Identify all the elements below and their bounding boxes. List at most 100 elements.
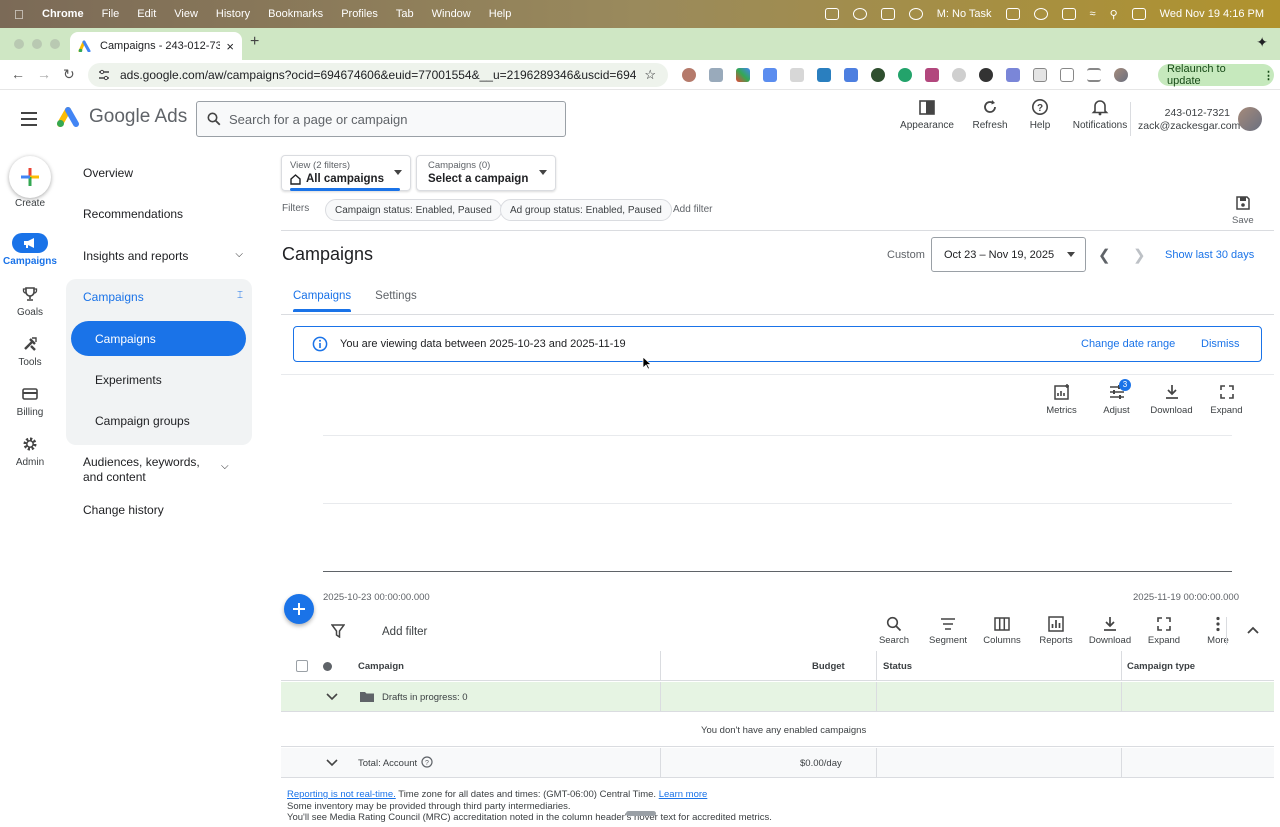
- change-date-range-link[interactable]: Change date range: [1081, 338, 1175, 350]
- menu-tab[interactable]: Tab: [396, 8, 414, 20]
- control-center-icon[interactable]: [1131, 8, 1146, 20]
- menu-window[interactable]: Window: [432, 8, 471, 20]
- previous-period-icon[interactable]: ❮: [1098, 246, 1111, 264]
- nav-campaigns-group-header[interactable]: Campaigns ⌶: [83, 290, 243, 304]
- nav-audiences[interactable]: Audiences, keywords, and content: [83, 455, 223, 485]
- table-download-button[interactable]: Download: [1083, 616, 1137, 646]
- extension-icon[interactable]: [709, 68, 723, 82]
- back-icon[interactable]: ←: [11, 66, 25, 82]
- menu-edit[interactable]: Edit: [137, 8, 156, 20]
- campaign-selector-dropdown[interactable]: Campaigns (0) Select a campaign: [416, 155, 556, 191]
- relaunch-button[interactable]: Relaunch to update ⋮: [1158, 63, 1274, 87]
- more-button[interactable]: More: [1191, 616, 1245, 646]
- reading-list-icon[interactable]: [1087, 68, 1101, 82]
- appearance-button[interactable]: Appearance: [900, 98, 954, 131]
- rail-goals[interactable]: Goals: [0, 284, 60, 318]
- filter-chip-campaign-status[interactable]: Campaign status: Enabled, Paused: [325, 199, 502, 221]
- menu-profiles[interactable]: Profiles: [341, 8, 378, 20]
- table-expand-button[interactable]: Expand: [1137, 616, 1191, 646]
- chevron-up-icon[interactable]: [1246, 623, 1260, 637]
- extension-icon[interactable]: [979, 68, 993, 82]
- tab-campaigns[interactable]: Campaigns: [293, 290, 352, 312]
- chevron-down-icon[interactable]: [326, 692, 338, 702]
- status-play-icon[interactable]: [1033, 8, 1048, 20]
- filter-chip-ad-group-status[interactable]: Ad group status: Enabled, Paused: [500, 199, 672, 221]
- menu-view[interactable]: View: [174, 8, 198, 20]
- puzzle-icon[interactable]: [1033, 68, 1047, 82]
- rail-billing[interactable]: Billing: [0, 384, 60, 418]
- extension-icon[interactable]: [763, 68, 777, 82]
- extension-icon[interactable]: [844, 68, 858, 82]
- nav-recommendations[interactable]: Recommendations: [83, 207, 243, 221]
- reporting-link[interactable]: Reporting is not real-time.: [287, 789, 396, 800]
- notifications-button[interactable]: Notifications: [1072, 98, 1128, 131]
- extension-icon[interactable]: [952, 68, 966, 82]
- nav-campaigns[interactable]: Campaigns: [95, 332, 255, 346]
- view-dropdown[interactable]: View (2 filters) All campaigns: [281, 155, 411, 191]
- extension-icon[interactable]: [682, 68, 696, 82]
- battery-icon[interactable]: [1061, 8, 1076, 20]
- forward-icon[interactable]: →: [37, 66, 51, 82]
- columns-button[interactable]: Columns: [975, 616, 1029, 646]
- rail-campaigns[interactable]: Campaigns: [0, 233, 60, 267]
- extension-icon[interactable]: [898, 68, 912, 82]
- bookmark-star-icon[interactable]: ☆: [644, 67, 656, 83]
- table-add-filter[interactable]: Add filter: [382, 626, 427, 638]
- date-range-dropdown[interactable]: Oct 23 – Nov 19, 2025: [931, 237, 1086, 272]
- avatar[interactable]: [1238, 107, 1262, 131]
- menu-bookmarks[interactable]: Bookmarks: [268, 8, 323, 20]
- chrome-menu-icon[interactable]: ⋮: [1263, 69, 1274, 82]
- scroll-handle[interactable]: [626, 811, 656, 816]
- learn-more-link[interactable]: Learn more: [659, 789, 708, 800]
- search-input[interactable]: [229, 111, 549, 127]
- reload-icon[interactable]: ↻: [63, 66, 75, 83]
- help-icon[interactable]: ?: [421, 756, 433, 768]
- col-campaign[interactable]: Campaign: [358, 661, 404, 672]
- show-last-30-days-link[interactable]: Show last 30 days: [1165, 249, 1254, 261]
- url-text[interactable]: ads.google.com/aw/campaigns?ocid=6946746…: [120, 68, 636, 82]
- refresh-button[interactable]: Refresh: [972, 98, 1008, 131]
- rail-tools[interactable]: Tools: [0, 334, 60, 368]
- page-search[interactable]: [196, 101, 566, 137]
- spotlight-icon[interactable]: ⚲: [1110, 8, 1118, 21]
- menu-file[interactable]: File: [102, 8, 120, 20]
- status-chart-icon[interactable]: [824, 8, 839, 20]
- next-period-icon[interactable]: ❯: [1133, 246, 1146, 264]
- nav-overview[interactable]: Overview: [83, 166, 243, 180]
- menu-history[interactable]: History: [216, 8, 250, 20]
- task-status[interactable]: M: No Task: [937, 8, 992, 20]
- adjust-button[interactable]: 3 Adjust: [1089, 379, 1144, 416]
- save-view-button[interactable]: Save: [1232, 195, 1254, 226]
- status-display-icon[interactable]: [1005, 8, 1020, 20]
- nav-campaign-groups[interactable]: Campaign groups: [95, 414, 255, 428]
- create-button[interactable]: [9, 156, 51, 198]
- metrics-button[interactable]: Metrics: [1034, 383, 1089, 416]
- extension-icon[interactable]: [871, 68, 885, 82]
- segment-button[interactable]: Segment: [921, 616, 975, 646]
- site-info-icon[interactable]: [98, 69, 110, 81]
- status-record-icon[interactable]: [852, 8, 867, 20]
- dismiss-link[interactable]: Dismiss: [1201, 338, 1240, 350]
- reports-button[interactable]: Reports: [1029, 616, 1083, 646]
- tab-settings[interactable]: Settings: [375, 290, 417, 312]
- status-app-icon[interactable]: [908, 8, 923, 20]
- rail-admin[interactable]: Admin: [0, 434, 60, 468]
- wifi-icon[interactable]: ≈: [1090, 8, 1096, 20]
- clock[interactable]: Wed Nov 19 4:16 PM: [1160, 8, 1264, 20]
- gemini-sparkle-icon[interactable]: ✦: [1256, 34, 1268, 51]
- new-tab-icon[interactable]: +: [250, 33, 259, 51]
- extension-icon[interactable]: [817, 68, 831, 82]
- hamburger-menu-icon[interactable]: [21, 112, 37, 130]
- chart-download-button[interactable]: Download: [1144, 383, 1199, 416]
- col-campaign-type[interactable]: Campaign type: [1127, 661, 1195, 672]
- menu-help[interactable]: Help: [489, 8, 512, 20]
- status-zoom-icon[interactable]: [880, 8, 895, 20]
- nav-experiments[interactable]: Experiments: [95, 373, 255, 387]
- extension-icon[interactable]: [736, 68, 750, 82]
- google-ads-logo[interactable]: Google Ads: [56, 106, 187, 128]
- menu-app[interactable]: Chrome: [42, 8, 84, 20]
- filter-icon[interactable]: [331, 624, 345, 638]
- nav-insights[interactable]: Insights and reports ⌵: [83, 249, 243, 263]
- table-search-button[interactable]: Search: [867, 616, 921, 646]
- account-info[interactable]: 243-012-7321 zack@zackesgar.com: [1138, 107, 1240, 133]
